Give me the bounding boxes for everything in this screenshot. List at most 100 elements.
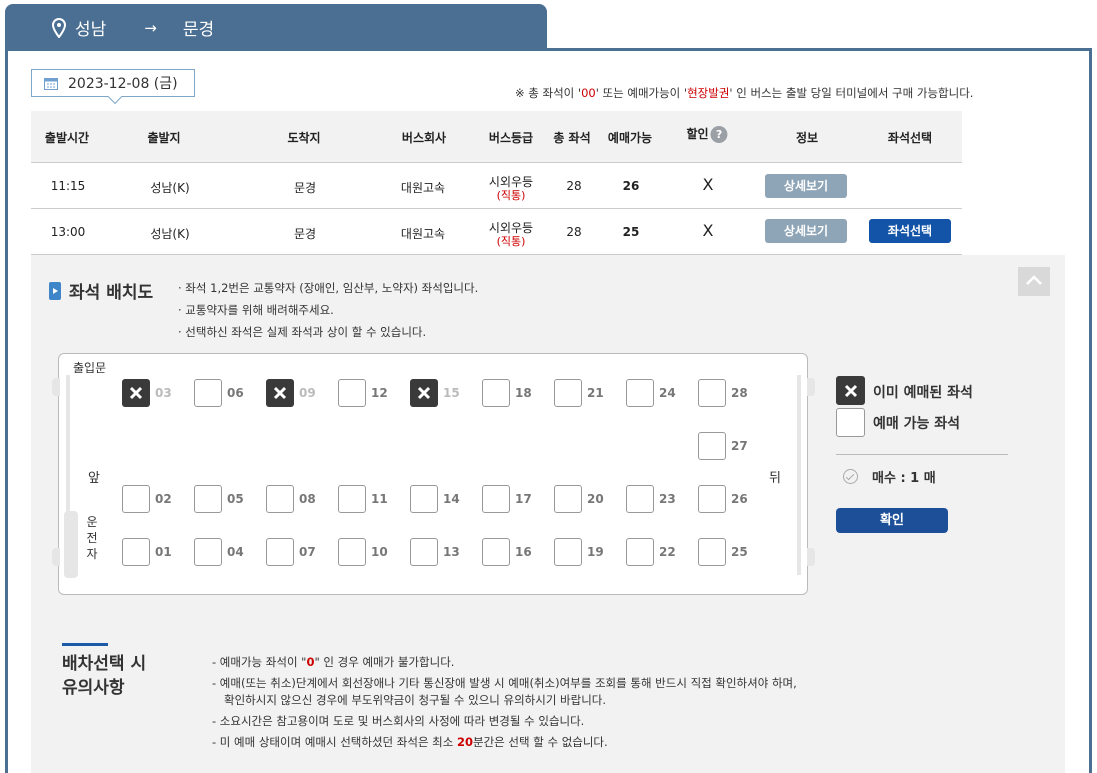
seat-23[interactable] (626, 485, 654, 513)
date-selector[interactable]: 2023-12-08 (금) (31, 69, 195, 105)
seat-number-label: 26 (731, 492, 748, 506)
seat-06[interactable] (194, 379, 222, 407)
destination: 문경 (293, 181, 317, 195)
seat-14[interactable] (410, 485, 438, 513)
date-label: 2023-12-08 (금) (68, 76, 178, 92)
seat-number-label: 16 (515, 545, 532, 559)
seat-15 (410, 379, 438, 407)
seat-number-label: 13 (443, 545, 460, 559)
seat-17[interactable] (482, 485, 510, 513)
seat-01[interactable] (122, 538, 150, 566)
legend-taken-seat (836, 376, 865, 405)
caution-title: 배차선택 시 유의사항 (62, 654, 147, 698)
collapse-button[interactable] (1018, 267, 1050, 296)
header-company: 버스회사 (401, 131, 447, 145)
discount-value: X (702, 175, 714, 194)
seat-select-button[interactable]: 좌석선택 (869, 219, 951, 243)
seat-09 (266, 379, 294, 407)
seat-16[interactable] (482, 538, 510, 566)
header-grade: 버스등급 (488, 131, 534, 145)
seat-number-label: 23 (659, 492, 676, 506)
detail-button[interactable]: 상세보기 (765, 219, 847, 243)
schedule-table-header: 출발시간 출발지 도착지 버스회사 버스등급 총 좌석 예매가능 할인? 정보 … (31, 111, 962, 163)
seat-07[interactable] (266, 538, 294, 566)
company: 대원고속 (400, 227, 446, 241)
calendar-icon (44, 77, 58, 90)
seat-number-label: 11 (371, 492, 388, 506)
seat-18[interactable] (482, 379, 510, 407)
seat-number-label: 06 (227, 386, 244, 400)
seat-08[interactable] (266, 485, 294, 513)
header-available: 예매가능 (607, 131, 653, 145)
help-icon[interactable]: ? (710, 126, 728, 143)
close-icon (129, 386, 143, 400)
seat-number-label: 22 (659, 545, 676, 559)
header-origin: 출발지 (147, 131, 181, 145)
seat-25[interactable] (698, 538, 726, 566)
seat-number-label: 28 (731, 386, 748, 400)
seat-20[interactable] (554, 485, 582, 513)
seat-24[interactable] (626, 379, 654, 407)
seat-number-label: 10 (371, 545, 388, 559)
seat-12[interactable] (338, 379, 366, 407)
route-destination: 문경 (182, 20, 215, 40)
header-destination: 도착지 (287, 131, 321, 145)
grade: 시외우등 (직통) (488, 221, 534, 248)
available-seats: 26 (622, 179, 640, 193)
seat-13[interactable] (410, 538, 438, 566)
seat-notes: · 좌석 1,2번은 교통약자 (장애인, 임산부, 노약자) 좌석입니다. ·… (178, 281, 479, 339)
ticket-count: 매수 : 1 매 (843, 467, 936, 486)
depart-time: 13:00 (50, 225, 86, 239)
seat-number-label: 12 (371, 386, 388, 400)
origin: 성남(K) (150, 227, 190, 241)
chevron-up-icon (1026, 275, 1042, 285)
seat-number-label: 08 (299, 492, 316, 506)
seat-number-label: 14 (443, 492, 460, 506)
discount-value: X (702, 221, 714, 240)
seat-number-label: 01 (155, 545, 172, 559)
grade: 시외우등 (직통) (488, 175, 534, 202)
seat-05[interactable] (194, 485, 222, 513)
seat-28[interactable] (698, 379, 726, 407)
table-row[interactable]: 11:15 성남(K) 문경 대원고속 시외우등 (직통) 28 26 X 상세보… (31, 163, 962, 209)
origin: 성남(K) (150, 181, 190, 195)
confirm-button[interactable]: 확인 (836, 508, 948, 533)
header-info: 정보 (795, 131, 819, 145)
seat-22[interactable] (626, 538, 654, 566)
table-row[interactable]: 13:00 성남(K) 문경 대원고속 시외우등 (직통) 28 25 X 상세보… (31, 209, 962, 255)
seat-04[interactable] (194, 538, 222, 566)
seat-27[interactable] (698, 432, 726, 460)
back-label: 뒤 (769, 471, 781, 486)
caution-item: - 예매가능 좌석이 "0" 인 경우 예매가 불가합니다. (212, 655, 455, 669)
seat-map-title: 좌석 배치도 (49, 278, 153, 303)
header-discount: 할인? (686, 125, 728, 143)
seat-10[interactable] (338, 538, 366, 566)
play-icon (49, 281, 61, 300)
seat-26[interactable] (698, 485, 726, 513)
seat-number-label: 09 (299, 386, 316, 400)
seat-number-label: 19 (587, 545, 604, 559)
seat-11[interactable] (338, 485, 366, 513)
route-header: 성남 → 문경 (5, 4, 547, 51)
seat-number-label: 25 (731, 545, 748, 559)
seat-number-label: 21 (587, 386, 604, 400)
destination: 문경 (293, 227, 317, 241)
seat-number-label: 02 (155, 492, 172, 506)
seat-number-label: 27 (731, 439, 748, 453)
header-seat-select: 좌석선택 (887, 131, 933, 145)
seat-19[interactable] (554, 538, 582, 566)
seat-number-label: 17 (515, 492, 532, 506)
close-icon (844, 384, 857, 398)
seat-number-label: 07 (299, 545, 316, 559)
seat-02[interactable] (122, 485, 150, 513)
detail-button[interactable]: 상세보기 (765, 174, 847, 198)
total-seats: 28 (566, 179, 582, 193)
total-seats: 28 (566, 225, 582, 239)
driver-label: 운전자 (86, 515, 98, 561)
seat-number-label: 18 (515, 386, 532, 400)
arrow-right-icon: → (144, 18, 157, 37)
header-depart-time: 출발시간 (44, 131, 90, 145)
legend-available-seat (836, 408, 865, 437)
close-icon (417, 386, 431, 400)
seat-21[interactable] (554, 379, 582, 407)
